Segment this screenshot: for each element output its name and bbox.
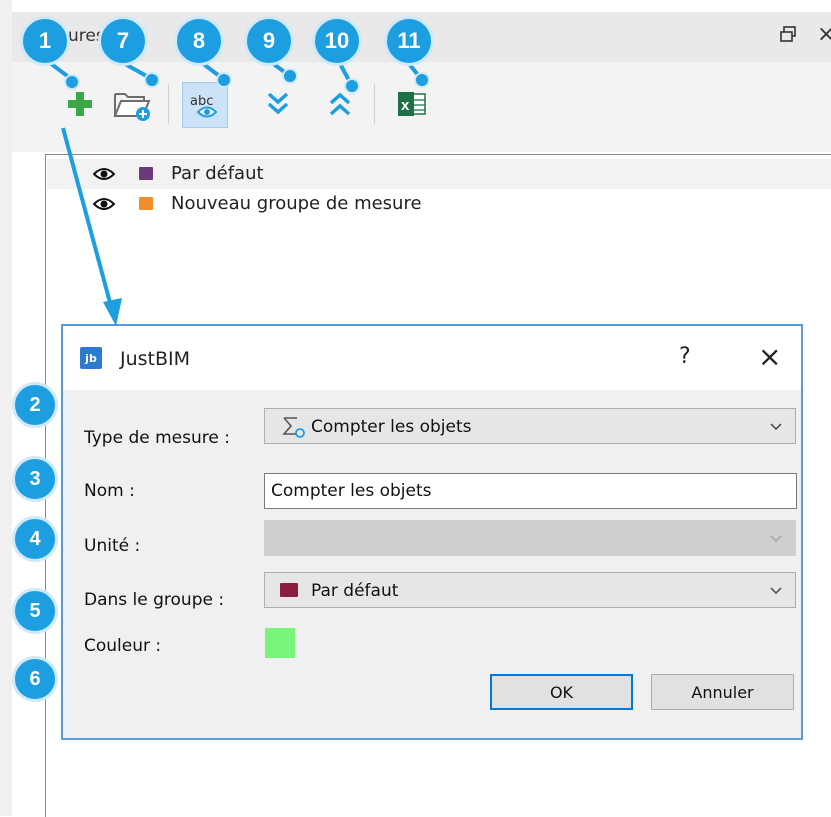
callout-connectors (44, 58, 424, 326)
callout-dot (216, 72, 232, 88)
callout-9: 9 (244, 16, 294, 66)
callout-4: 4 (12, 516, 58, 562)
callout-6: 6 (12, 656, 58, 702)
callout-dot (144, 72, 160, 88)
callout-dot (64, 74, 80, 90)
callout-10: 10 (312, 16, 362, 66)
callout-8: 8 (174, 16, 224, 66)
callout-dot (344, 78, 360, 94)
callout-5: 5 (12, 588, 58, 634)
callout-7: 7 (98, 16, 148, 66)
callout-2: 2 (12, 382, 58, 428)
callout-dot (414, 72, 430, 88)
callout-11: 11 (384, 16, 434, 66)
callout-3: 3 (12, 456, 58, 502)
callout-dot (282, 68, 298, 84)
callout-1: 1 (20, 16, 70, 66)
